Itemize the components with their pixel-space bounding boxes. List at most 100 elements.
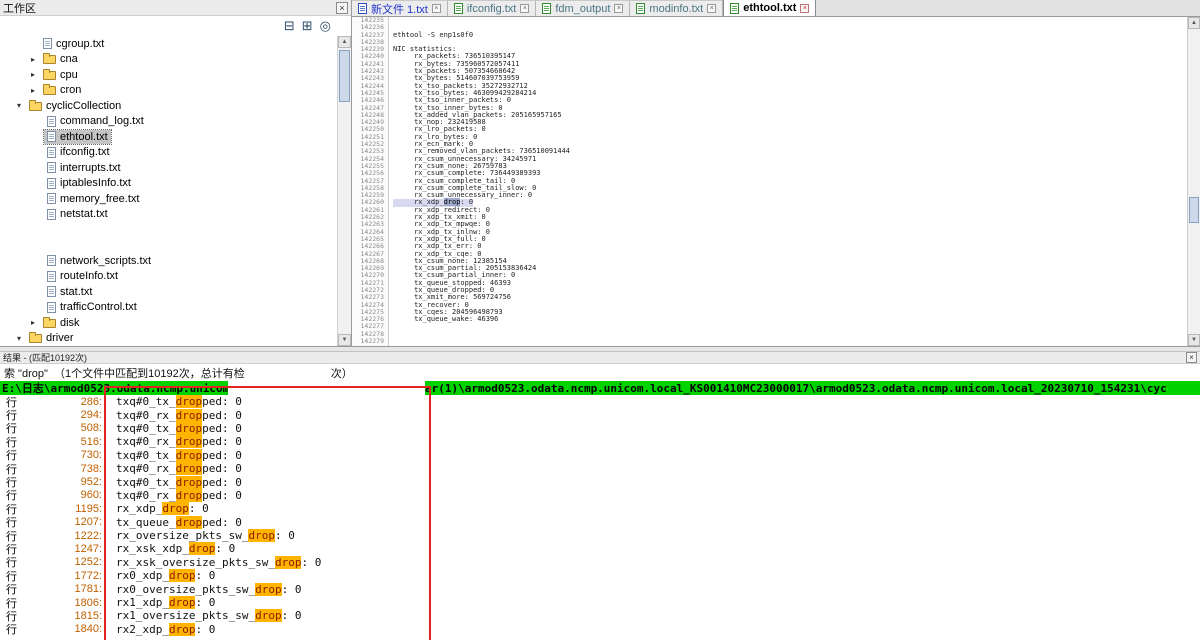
match-highlight: drop <box>176 516 203 529</box>
expanded-arrow-icon[interactable]: ▾ <box>12 334 26 343</box>
tree-item-routeInfo.txt[interactable]: routeInfo.txt <box>0 269 338 285</box>
scroll-down-icon[interactable]: ▼ <box>1188 334 1200 346</box>
tree-scrollbar[interactable]: ▲ ▼ <box>337 36 351 346</box>
result-row[interactable]: 行294:txq#0_rx_dropped: 0 <box>0 408 1200 421</box>
expanded-arrow-icon[interactable]: ▾ <box>12 101 26 110</box>
tree-item-disk[interactable]: ▸disk <box>0 315 338 331</box>
collapsed-arrow-icon[interactable]: ▸ <box>26 318 40 327</box>
result-row[interactable]: 行286:txq#0_tx_dropped: 0 <box>0 395 1200 408</box>
result-row[interactable]: 行1806:rx1_xdp_drop: 0 <box>0 596 1200 609</box>
tree-item-ethtool.txt[interactable]: ethtool.txt <box>0 129 338 145</box>
tree-item-driver[interactable]: ▾ driver <box>0 331 338 347</box>
result-row[interactable]: 行508:txq#0_tx_dropped: 0 <box>0 422 1200 435</box>
file-icon <box>47 255 56 266</box>
result-line-number: 1840: <box>18 623 102 635</box>
result-file-path-row[interactable]: E:\日志\armod0523.odata.ncmp.unicom.local … <box>0 381 1200 395</box>
tab-ifconfig.txt[interactable]: ifconfig.txt× <box>448 0 537 16</box>
tree-item-unit: driver <box>26 331 77 345</box>
tree-item-stat.txt[interactable]: stat.txt <box>0 284 338 300</box>
result-text: txq#0_rx_dropped: 0 <box>116 489 242 502</box>
code-line: tx_nop: 232419588 <box>393 119 1187 126</box>
code-area[interactable]: ethtool -S enp1s0f0 NIC statistics: rx_p… <box>389 17 1187 346</box>
tree-item-command_log.txt[interactable]: command_log.txt <box>0 114 338 130</box>
tree-item-cron[interactable]: ▸ cron <box>0 83 338 99</box>
tab-close-icon[interactable]: × <box>800 4 809 13</box>
scroll-up-icon[interactable]: ▲ <box>1188 17 1200 29</box>
locate-file-icon[interactable]: ◎ <box>320 19 331 33</box>
result-row[interactable]: 行1195:rx_xdp_drop: 0 <box>0 502 1200 515</box>
result-row[interactable]: 行1222:rx_oversize_pkts_sw_drop: 0 <box>0 529 1200 542</box>
tree-item-cyclicCollection[interactable]: ▾ cyclicCollection <box>0 98 338 114</box>
folder-icon <box>43 86 56 95</box>
tree-item-unit: cyclicCollection <box>26 99 124 113</box>
tab-close-icon[interactable]: × <box>520 4 529 13</box>
code-line: rx_xdp_tx_full: 0 <box>393 236 1187 243</box>
result-row[interactable]: 行1772:rx0_xdp_drop: 0 <box>0 569 1200 582</box>
tree-item-netstat.txt[interactable]: netstat.txt <box>0 207 338 223</box>
result-row[interactable]: 行960:txq#0_rx_dropped: 0 <box>0 489 1200 502</box>
redaction-box <box>245 366 331 379</box>
tree-item-cpu[interactable]: ▸cpu <box>0 67 338 83</box>
expand-all-icon[interactable]: ⊞ <box>302 19 313 33</box>
workspace-toolbar: ⊟ ⊞ ◎ <box>0 16 351 36</box>
editor-scrollbar-thumb[interactable] <box>1189 197 1199 223</box>
result-line-number: 1207: <box>18 516 102 528</box>
tree-item-label: ifconfig.txt <box>60 146 110 158</box>
workspace-close-icon[interactable]: × <box>336 2 348 14</box>
tab-modinfo.txt[interactable]: modinfo.txt× <box>630 0 723 16</box>
tree-item-label: interrupts.txt <box>60 162 121 174</box>
tree-item-cgroup.txt[interactable]: cgroup.txt <box>0 36 338 52</box>
tab-close-icon[interactable]: × <box>614 4 623 13</box>
result-row[interactable]: 行730:txq#0_tx_dropped: 0 <box>0 449 1200 462</box>
result-row[interactable]: 行1840:rx2_xdp_drop: 0 <box>0 623 1200 636</box>
editor-scrollbar[interactable]: ▲ ▼ <box>1187 17 1200 346</box>
result-row[interactable]: 行1781:rx0_oversize_pkts_sw_drop: 0 <box>0 582 1200 595</box>
result-row[interactable]: 行738:txq#0_rx_dropped: 0 <box>0 462 1200 475</box>
tree-item-cna[interactable]: ▸cna <box>0 52 338 68</box>
tree-item-label: cyclicCollection <box>46 100 121 112</box>
file-icon <box>47 162 56 173</box>
result-row[interactable]: 行1247:rx_xsk_xdp_drop: 0 <box>0 542 1200 555</box>
tree-item-iptablesInfo.txt[interactable]: iptablesInfo.txt <box>0 176 338 192</box>
code-line: tx_queue_stopped: 46393 <box>393 280 1187 287</box>
file-icon <box>47 147 56 158</box>
collapsed-arrow-icon[interactable]: ▸ <box>26 86 40 95</box>
tree-item-memory_free.txt[interactable]: memory_free.txt <box>0 191 338 207</box>
search-results-panel: 结果 - (匹配10192次) × 索 "drop" （1个文件中匹配到1019… <box>0 352 1200 640</box>
tree-item-unit: interrupts.txt <box>44 161 124 175</box>
tab-close-icon[interactable]: × <box>432 4 441 13</box>
code-line: tx_tso_bytes: 463099429284214 <box>393 90 1187 97</box>
tree-item-interrupts.txt[interactable]: interrupts.txt <box>0 160 338 176</box>
folder-icon <box>29 334 42 343</box>
editor-area: 新文件 1.txt×ifconfig.txt×fdm_output×modinf… <box>352 0 1200 346</box>
result-row[interactable]: 行516:txq#0_rx_dropped: 0 <box>0 435 1200 448</box>
scroll-down-icon[interactable]: ▼ <box>338 334 351 346</box>
scroll-up-icon[interactable]: ▲ <box>338 36 351 48</box>
tree-item-network_scripts.txt[interactable]: network_scripts.txt <box>0 253 338 269</box>
match-highlight: drop <box>248 529 275 542</box>
collapsed-arrow-icon[interactable]: ▸ <box>26 55 40 64</box>
match-highlight: drop <box>176 395 203 408</box>
tree-item-ifconfig.txt[interactable]: ifconfig.txt <box>0 145 338 161</box>
result-text: rx_xsk_oversize_pkts_sw_drop: 0 <box>116 556 321 569</box>
tree-item-trafficControl.txt[interactable]: trafficControl.txt <box>0 300 338 316</box>
tab-ethtool.txt[interactable]: ethtool.txt× <box>723 0 816 16</box>
tree-item-unit: disk <box>40 316 83 330</box>
result-row[interactable]: 行1207:tx_queue_dropped: 0 <box>0 516 1200 529</box>
file-tree: cgroup.txt▸cna▸cpu▸cron▾cyclicCollection… <box>0 36 338 346</box>
result-row[interactable]: 行1252:rx_xsk_oversize_pkts_sw_drop: 0 <box>0 556 1200 569</box>
result-row[interactable]: 行952:txq#0_tx_dropped: 0 <box>0 475 1200 488</box>
tree-scrollbar-thumb[interactable] <box>339 50 350 102</box>
result-row[interactable]: 行1815:rx1_oversize_pkts_sw_drop: 0 <box>0 609 1200 622</box>
tree-item-label: cron <box>60 84 81 96</box>
editor-body[interactable]: 1422351422361422371422381422391422401422… <box>352 17 1187 346</box>
collapse-all-icon[interactable]: ⊟ <box>284 19 295 33</box>
tab-新文件 1.txt[interactable]: 新文件 1.txt× <box>352 0 448 16</box>
tab-fdm_output[interactable]: fdm_output× <box>536 0 630 16</box>
tree-item-label: driver <box>46 332 74 344</box>
collapsed-arrow-icon[interactable]: ▸ <box>26 70 40 79</box>
code-line <box>393 39 1187 46</box>
results-close-icon[interactable]: × <box>1186 352 1197 363</box>
tab-close-icon[interactable]: × <box>707 4 716 13</box>
tree-item-unit: ifconfig.txt <box>44 145 113 159</box>
